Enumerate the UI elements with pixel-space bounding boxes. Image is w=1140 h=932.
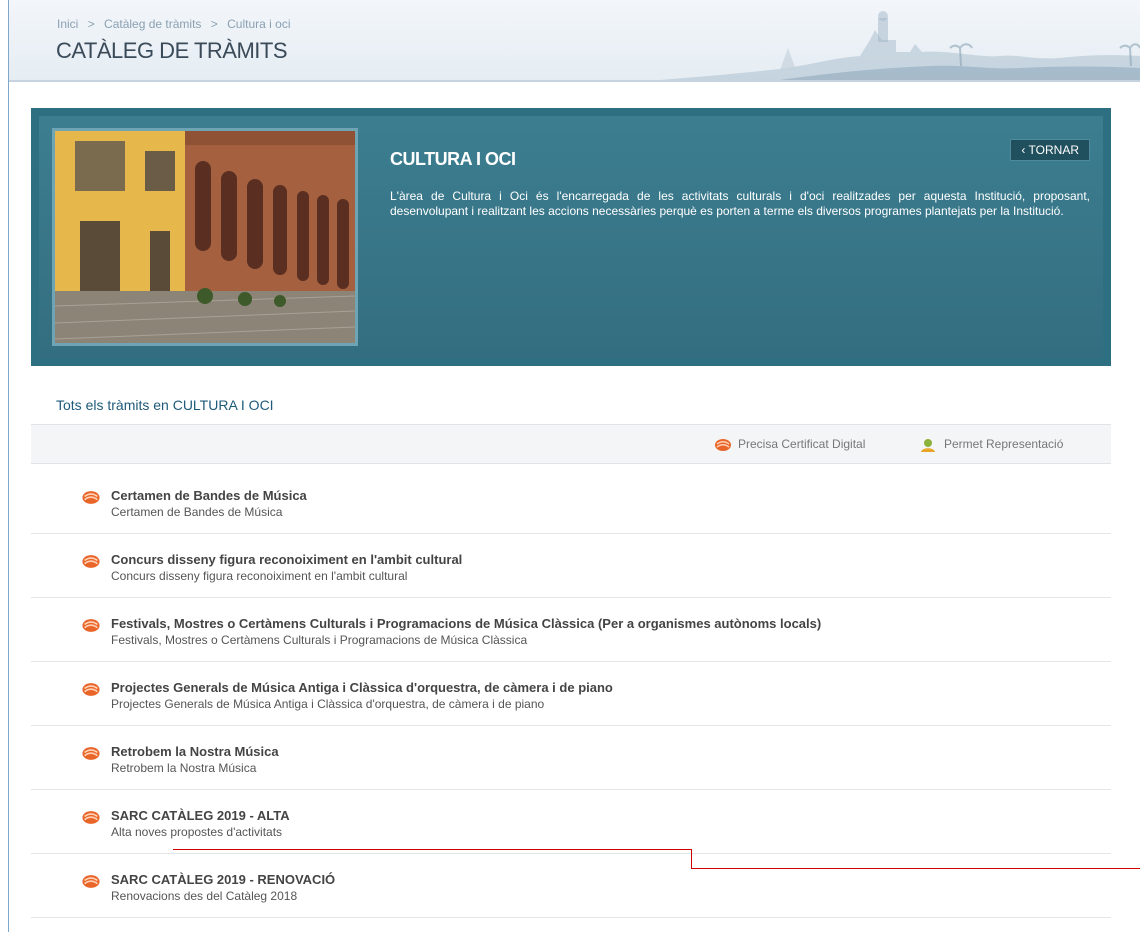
list-item: Projectes Generals de Música Antiga i Cl… bbox=[31, 662, 1111, 726]
city-skyline-decoration bbox=[660, 11, 1140, 80]
procedure-title-link[interactable]: Festivals, Mostres o Certàmens Culturals… bbox=[111, 616, 821, 631]
legend-representation: Permet Representació bbox=[920, 437, 1063, 452]
page-header: Inici > Catàleg de tràmits > Cultura i o… bbox=[9, 0, 1140, 82]
procedure-title-link[interactable]: SARC CATÀLEG 2019 - ALTA bbox=[111, 808, 290, 823]
procedure-list: Certamen de Bandes de Música Certamen de… bbox=[31, 470, 1111, 918]
breadcrumb-separator: > bbox=[210, 17, 218, 31]
list-item: Festivals, Mostres o Certàmens Culturals… bbox=[31, 598, 1111, 662]
annotation-line bbox=[173, 849, 692, 850]
breadcrumb-current: Cultura i oci bbox=[227, 17, 291, 31]
banner-panel: CULTURA I OCI ‹ TORNAR L'àrea de Cultura… bbox=[39, 116, 1103, 358]
digital-certificate-icon bbox=[82, 683, 100, 696]
category-title: CULTURA I OCI bbox=[390, 149, 516, 169]
digital-certificate-icon bbox=[82, 875, 100, 888]
annotation-line bbox=[691, 868, 1140, 869]
procedure-subtitle: Alta noves propostes d'activitats bbox=[111, 825, 283, 839]
building-photo bbox=[52, 128, 358, 346]
procedure-title-link[interactable]: Projectes Generals de Música Antiga i Cl… bbox=[111, 680, 613, 695]
digital-certificate-icon bbox=[82, 491, 100, 504]
legend-digital-certificate-label: Precisa Certificat Digital bbox=[738, 437, 866, 451]
legend-bar: Precisa Certificat Digital Permet Repres… bbox=[31, 424, 1111, 464]
representation-user-icon bbox=[921, 438, 935, 452]
category-banner: CULTURA I OCI ‹ TORNAR L'àrea de Cultura… bbox=[31, 108, 1111, 366]
back-button[interactable]: ‹ TORNAR bbox=[1010, 139, 1090, 161]
legend-digital-certificate: Precisa Certificat Digital bbox=[714, 437, 865, 452]
procedure-title-link[interactable]: Concurs disseny figura reconoiximent en … bbox=[111, 552, 462, 567]
list-item: Certamen de Bandes de Música Certamen de… bbox=[31, 470, 1111, 534]
annotation-line bbox=[691, 849, 692, 869]
procedure-subtitle: Concurs disseny figura reconoiximent en … bbox=[111, 569, 408, 583]
chevron-left-icon: ‹ bbox=[1021, 143, 1026, 157]
category-description: L'àrea de Cultura i Oci és l'encarregada… bbox=[390, 189, 1090, 218]
procedure-subtitle: Festivals, Mostres o Certàmens Culturals… bbox=[111, 633, 528, 647]
page-title: CATÀLEG DE TRÀMITS bbox=[56, 38, 288, 63]
breadcrumb-catalog[interactable]: Catàleg de tràmits bbox=[104, 17, 201, 31]
digital-certificate-icon bbox=[715, 438, 731, 451]
frame-border bbox=[8, 0, 9, 932]
procedure-subtitle: Certamen de Bandes de Música bbox=[111, 505, 283, 519]
legend-representation-label: Permet Representació bbox=[944, 437, 1064, 451]
procedure-subtitle: Renovacions des del Catàleg 2018 bbox=[111, 889, 298, 903]
list-item: SARC CATÀLEG 2019 - RENOVACIÓ Renovacion… bbox=[31, 854, 1111, 918]
list-item: Concurs disseny figura reconoiximent en … bbox=[31, 534, 1111, 598]
breadcrumb-home[interactable]: Inici bbox=[57, 17, 78, 31]
back-button-label: TORNAR bbox=[1028, 143, 1079, 157]
procedure-title-link[interactable]: Certamen de Bandes de Música bbox=[111, 488, 307, 503]
digital-certificate-icon bbox=[82, 811, 100, 824]
digital-certificate-icon bbox=[82, 747, 100, 760]
breadcrumb: Inici > Catàleg de tràmits > Cultura i o… bbox=[57, 17, 291, 31]
procedure-subtitle: Projectes Generals de Música Antiga i Cl… bbox=[111, 697, 545, 711]
section-title: Tots els tràmits en CULTURA I OCI bbox=[56, 397, 274, 413]
breadcrumb-separator: > bbox=[87, 17, 95, 31]
procedure-subtitle: Retrobem la Nostra Música bbox=[111, 761, 257, 775]
procedure-title-link[interactable]: Retrobem la Nostra Música bbox=[111, 744, 279, 759]
list-item: Retrobem la Nostra Música Retrobem la No… bbox=[31, 726, 1111, 790]
digital-certificate-icon bbox=[82, 555, 100, 568]
procedure-title-link[interactable]: SARC CATÀLEG 2019 - RENOVACIÓ bbox=[111, 872, 335, 887]
digital-certificate-icon bbox=[82, 619, 100, 632]
list-item: SARC CATÀLEG 2019 - ALTA Alta noves prop… bbox=[31, 790, 1111, 854]
